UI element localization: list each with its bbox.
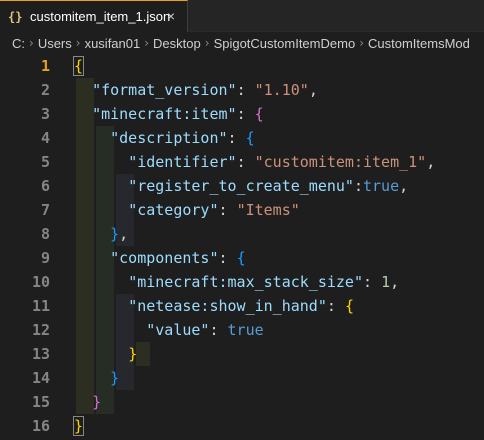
comma: , <box>308 81 318 99</box>
comma: , <box>119 225 129 243</box>
code-line: } <box>74 342 484 366</box>
code-line: "category": "Items" <box>74 198 484 222</box>
code-line: "description": { <box>74 126 484 150</box>
line-number: 4 <box>40 129 50 147</box>
brace-close: } <box>92 393 102 411</box>
line-number: 6 <box>40 177 50 195</box>
colon: : <box>227 129 246 147</box>
json-boolean: true <box>363 177 400 195</box>
line-number: 5 <box>40 153 50 171</box>
breadcrumb-item[interactable]: xusifan01 <box>83 36 143 51</box>
code-line: { <box>72 54 484 78</box>
colon: : <box>236 81 255 99</box>
line-number: 7 <box>40 201 50 219</box>
tab-bar: {} customitem_item_1.json × <box>0 0 484 32</box>
line-number: 14 <box>31 369 50 387</box>
code-line: "value": true <box>74 318 484 342</box>
line-number: 9 <box>40 249 50 267</box>
code-line: } <box>72 414 484 438</box>
breadcrumb-item[interactable]: SpigotCustomItemDemo <box>212 36 358 51</box>
code-line: "minecraft:max_stack_size": 1, <box>74 270 484 294</box>
json-string: "1.10" <box>254 81 309 99</box>
brace-open: { <box>254 105 264 123</box>
line-number: 3 <box>40 105 50 123</box>
chevron-right-icon: › <box>359 36 364 50</box>
colon: : <box>363 273 382 291</box>
brace-open: { <box>245 129 255 147</box>
tab-customitem-json[interactable]: {} customitem_item_1.json × <box>0 0 188 32</box>
breadcrumb: C: › Users › xusifan01 › Desktop › Spigo… <box>0 32 484 54</box>
line-number: 11 <box>31 297 50 315</box>
brace-close: } <box>110 225 120 243</box>
json-key: "category" <box>128 201 219 219</box>
comma: , <box>426 153 436 171</box>
json-key: "description" <box>110 129 228 147</box>
colon: : <box>209 321 228 339</box>
json-number: 1 <box>381 273 391 291</box>
code-line: "identifier": "customitem:item_1", <box>74 150 484 174</box>
code-area[interactable]: { "format_version": "1.10", "minecraft:i… <box>72 54 484 438</box>
code-line: "format_version": "1.10", <box>74 78 484 102</box>
brace-close: } <box>128 345 138 363</box>
line-number: 15 <box>31 393 50 411</box>
colon: : <box>326 297 345 315</box>
chevron-right-icon: › <box>144 36 150 50</box>
brace-open: { <box>236 249 246 267</box>
chevron-right-icon: › <box>29 36 34 50</box>
code-line: "netease:show_in_hand": { <box>74 294 484 318</box>
line-number: 10 <box>31 273 50 291</box>
line-number-gutter: 1 2 3 4 5 6 7 8 9 10 11 12 13 14 15 16 <box>0 54 60 438</box>
colon: : <box>218 249 237 267</box>
json-boolean: true <box>227 321 264 339</box>
json-key: "register_to_create_menu" <box>128 177 354 195</box>
code-line: } <box>74 390 484 414</box>
colon: : <box>236 153 255 171</box>
line-number: 12 <box>31 321 50 339</box>
line-number: 1 <box>40 57 50 75</box>
colon: : <box>353 177 363 195</box>
brace-open: { <box>72 56 85 76</box>
comma: , <box>399 177 409 195</box>
close-icon[interactable]: × <box>163 8 179 24</box>
json-key: "value" <box>146 321 210 339</box>
code-line: "register_to_create_menu":true, <box>74 174 484 198</box>
line-number: 2 <box>40 81 50 99</box>
colon: : <box>236 105 255 123</box>
breadcrumb-item[interactable]: CustomItemsMod <box>366 36 472 51</box>
code-line: }, <box>74 222 484 246</box>
breadcrumb-item[interactable]: C: <box>0 36 27 51</box>
code-line: "components": { <box>74 246 484 270</box>
code-line: "minecraft:item": { <box>74 102 484 126</box>
json-string: "Items" <box>236 201 300 219</box>
brace-close: } <box>72 416 85 436</box>
line-number: 13 <box>31 345 50 363</box>
brace-open: { <box>344 297 354 315</box>
chevron-right-icon: › <box>75 36 81 50</box>
json-string: "customitem:item_1" <box>254 153 427 171</box>
json-key: "minecraft:max_stack_size" <box>128 273 363 291</box>
code-line: } <box>74 366 484 390</box>
colon: : <box>218 201 237 219</box>
json-braces-icon: {} <box>8 9 23 24</box>
breadcrumb-item[interactable]: Desktop <box>151 36 203 51</box>
json-key: "components" <box>110 249 219 267</box>
json-key: "format_version" <box>92 81 237 99</box>
tab-title: customitem_item_1.json <box>30 9 171 24</box>
brace-close: } <box>110 369 120 387</box>
code-editor[interactable]: 1 2 3 4 5 6 7 8 9 10 11 12 13 14 15 16 {… <box>0 54 484 440</box>
comma: , <box>390 273 400 291</box>
json-key: "minecraft:item" <box>92 105 237 123</box>
json-key: "identifier" <box>128 153 237 171</box>
json-key: "netease:show_in_hand" <box>128 297 327 315</box>
breadcrumb-item[interactable]: Users <box>36 36 74 51</box>
line-number: 16 <box>31 417 50 435</box>
line-number: 8 <box>40 225 50 243</box>
chevron-right-icon: › <box>204 36 210 50</box>
